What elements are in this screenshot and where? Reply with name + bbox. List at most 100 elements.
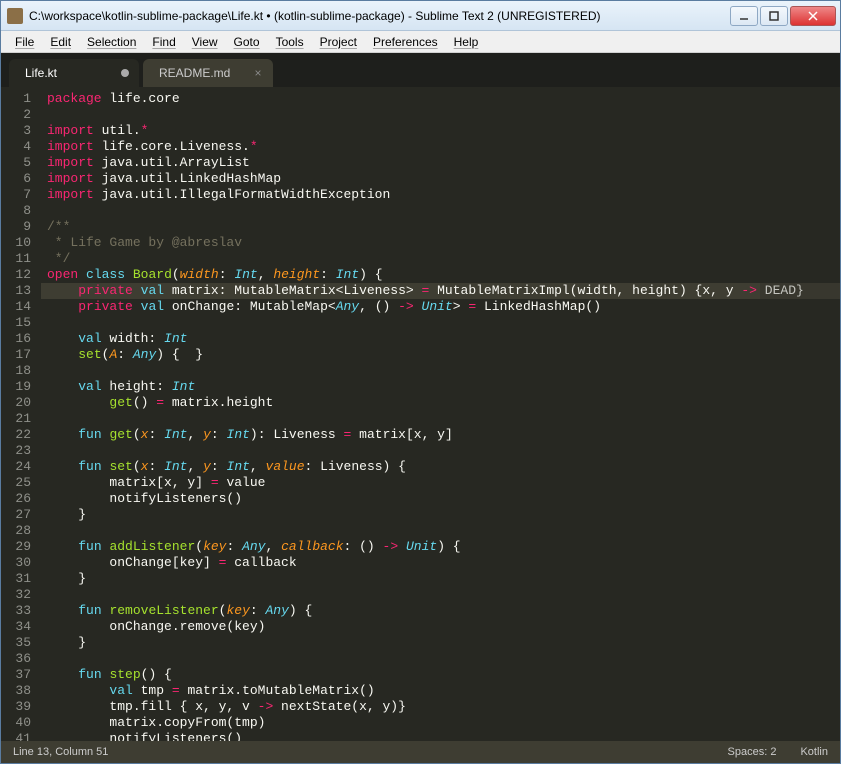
menu-selection[interactable]: Selection bbox=[79, 33, 144, 51]
line-number[interactable]: 5 bbox=[1, 155, 31, 171]
line-number[interactable]: 11 bbox=[1, 251, 31, 267]
tab-life-kt[interactable]: Life.kt bbox=[9, 59, 139, 87]
menu-goto[interactable]: Goto bbox=[226, 33, 268, 51]
code-line[interactable]: val width: Int bbox=[41, 331, 840, 347]
line-number[interactable]: 41 bbox=[1, 731, 31, 741]
menu-help[interactable]: Help bbox=[446, 33, 487, 51]
code-area[interactable]: 1234567891011121314151617181920212223242… bbox=[1, 87, 840, 741]
line-number[interactable]: 30 bbox=[1, 555, 31, 571]
line-number[interactable]: 29 bbox=[1, 539, 31, 555]
line-number[interactable]: 27 bbox=[1, 507, 31, 523]
line-number[interactable]: 8 bbox=[1, 203, 31, 219]
line-number[interactable]: 3 bbox=[1, 123, 31, 139]
menu-tools[interactable]: Tools bbox=[268, 33, 312, 51]
code-line[interactable]: import life.core.Liveness.* bbox=[41, 139, 840, 155]
line-number[interactable]: 14 bbox=[1, 299, 31, 315]
code-line[interactable]: onChange.remove(key) bbox=[41, 619, 840, 635]
code-line[interactable]: val height: Int bbox=[41, 379, 840, 395]
code-line[interactable] bbox=[41, 107, 840, 123]
code-line[interactable]: notifyListeners() bbox=[41, 491, 840, 507]
code-line[interactable]: import util.* bbox=[41, 123, 840, 139]
code-line[interactable]: set(A: Any) { } bbox=[41, 347, 840, 363]
tab-readme-md[interactable]: README.md× bbox=[143, 59, 273, 87]
code-line[interactable]: notifyListeners() bbox=[41, 731, 840, 741]
line-number[interactable]: 15 bbox=[1, 315, 31, 331]
minimize-button[interactable] bbox=[730, 6, 758, 26]
line-number[interactable]: 35 bbox=[1, 635, 31, 651]
line-number[interactable]: 23 bbox=[1, 443, 31, 459]
line-number[interactable]: 38 bbox=[1, 683, 31, 699]
line-number[interactable]: 21 bbox=[1, 411, 31, 427]
cursor-position[interactable]: Line 13, Column 51 bbox=[13, 746, 704, 758]
code-line[interactable]: /** bbox=[41, 219, 840, 235]
code-line[interactable]: import java.util.IllegalFormatWidthExcep… bbox=[41, 187, 840, 203]
code-line[interactable] bbox=[41, 363, 840, 379]
line-number[interactable]: 36 bbox=[1, 651, 31, 667]
line-number[interactable]: 28 bbox=[1, 523, 31, 539]
code-line[interactable]: fun step() { bbox=[41, 667, 840, 683]
close-icon[interactable]: × bbox=[253, 68, 263, 78]
code-content[interactable]: package life.core import util.*import lif… bbox=[41, 87, 840, 741]
menu-file[interactable]: File bbox=[7, 33, 42, 51]
line-number[interactable]: 32 bbox=[1, 587, 31, 603]
line-number[interactable]: 25 bbox=[1, 475, 31, 491]
code-line[interactable]: import java.util.LinkedHashMap bbox=[41, 171, 840, 187]
code-line[interactable] bbox=[41, 203, 840, 219]
code-line[interactable] bbox=[41, 411, 840, 427]
line-number[interactable]: 1 bbox=[1, 91, 31, 107]
line-number[interactable]: 17 bbox=[1, 347, 31, 363]
code-line[interactable]: onChange[key] = callback bbox=[41, 555, 840, 571]
menu-edit[interactable]: Edit bbox=[42, 33, 79, 51]
code-line[interactable]: open class Board(width: Int, height: Int… bbox=[41, 267, 840, 283]
code-line[interactable]: } bbox=[41, 507, 840, 523]
line-number[interactable]: 2 bbox=[1, 107, 31, 123]
code-line[interactable]: get() = matrix.height bbox=[41, 395, 840, 411]
code-line[interactable]: matrix[x, y] = value bbox=[41, 475, 840, 491]
line-number[interactable]: 12 bbox=[1, 267, 31, 283]
code-line[interactable]: val tmp = matrix.toMutableMatrix() bbox=[41, 683, 840, 699]
close-button[interactable] bbox=[790, 6, 836, 26]
code-line[interactable]: fun removeListener(key: Any) { bbox=[41, 603, 840, 619]
code-line[interactable] bbox=[41, 523, 840, 539]
titlebar[interactable]: C:\workspace\kotlin-sublime-package\Life… bbox=[1, 1, 840, 31]
line-number[interactable]: 40 bbox=[1, 715, 31, 731]
code-line[interactable] bbox=[41, 651, 840, 667]
maximize-button[interactable] bbox=[760, 6, 788, 26]
line-number[interactable]: 10 bbox=[1, 235, 31, 251]
line-number[interactable]: 20 bbox=[1, 395, 31, 411]
menu-project[interactable]: Project bbox=[312, 33, 365, 51]
code-line[interactable]: package life.core bbox=[41, 91, 840, 107]
line-number[interactable]: 16 bbox=[1, 331, 31, 347]
indent-setting[interactable]: Spaces: 2 bbox=[728, 746, 777, 758]
line-number[interactable]: 19 bbox=[1, 379, 31, 395]
code-line[interactable]: tmp.fill { x, y, v -> nextState(x, y)} bbox=[41, 699, 840, 715]
line-number[interactable]: 31 bbox=[1, 571, 31, 587]
line-number[interactable]: 37 bbox=[1, 667, 31, 683]
code-line[interactable]: fun get(x: Int, y: Int): Liveness = matr… bbox=[41, 427, 840, 443]
line-number[interactable]: 34 bbox=[1, 619, 31, 635]
code-line[interactable]: private val onChange: MutableMap<Any, ()… bbox=[41, 299, 840, 315]
code-line[interactable]: matrix.copyFrom(tmp) bbox=[41, 715, 840, 731]
code-line[interactable] bbox=[41, 587, 840, 603]
code-line[interactable]: } bbox=[41, 571, 840, 587]
line-number[interactable]: 9 bbox=[1, 219, 31, 235]
line-number[interactable]: 6 bbox=[1, 171, 31, 187]
code-line[interactable] bbox=[41, 443, 840, 459]
minimap[interactable] bbox=[760, 87, 840, 741]
code-line[interactable]: fun addListener(key: Any, callback: () -… bbox=[41, 539, 840, 555]
line-number[interactable]: 33 bbox=[1, 603, 31, 619]
line-number[interactable]: 22 bbox=[1, 427, 31, 443]
code-line[interactable]: * Life Game by @abreslav bbox=[41, 235, 840, 251]
line-number[interactable]: 18 bbox=[1, 363, 31, 379]
code-line[interactable]: private val matrix: MutableMatrix<Livene… bbox=[41, 283, 840, 299]
code-line[interactable]: } bbox=[41, 635, 840, 651]
code-line[interactable] bbox=[41, 315, 840, 331]
line-number[interactable]: 26 bbox=[1, 491, 31, 507]
line-number[interactable]: 7 bbox=[1, 187, 31, 203]
syntax-setting[interactable]: Kotlin bbox=[800, 746, 828, 758]
code-line[interactable]: fun set(x: Int, y: Int, value: Liveness)… bbox=[41, 459, 840, 475]
menu-find[interactable]: Find bbox=[144, 33, 183, 51]
menu-view[interactable]: View bbox=[184, 33, 226, 51]
line-number[interactable]: 24 bbox=[1, 459, 31, 475]
code-line[interactable]: */ bbox=[41, 251, 840, 267]
